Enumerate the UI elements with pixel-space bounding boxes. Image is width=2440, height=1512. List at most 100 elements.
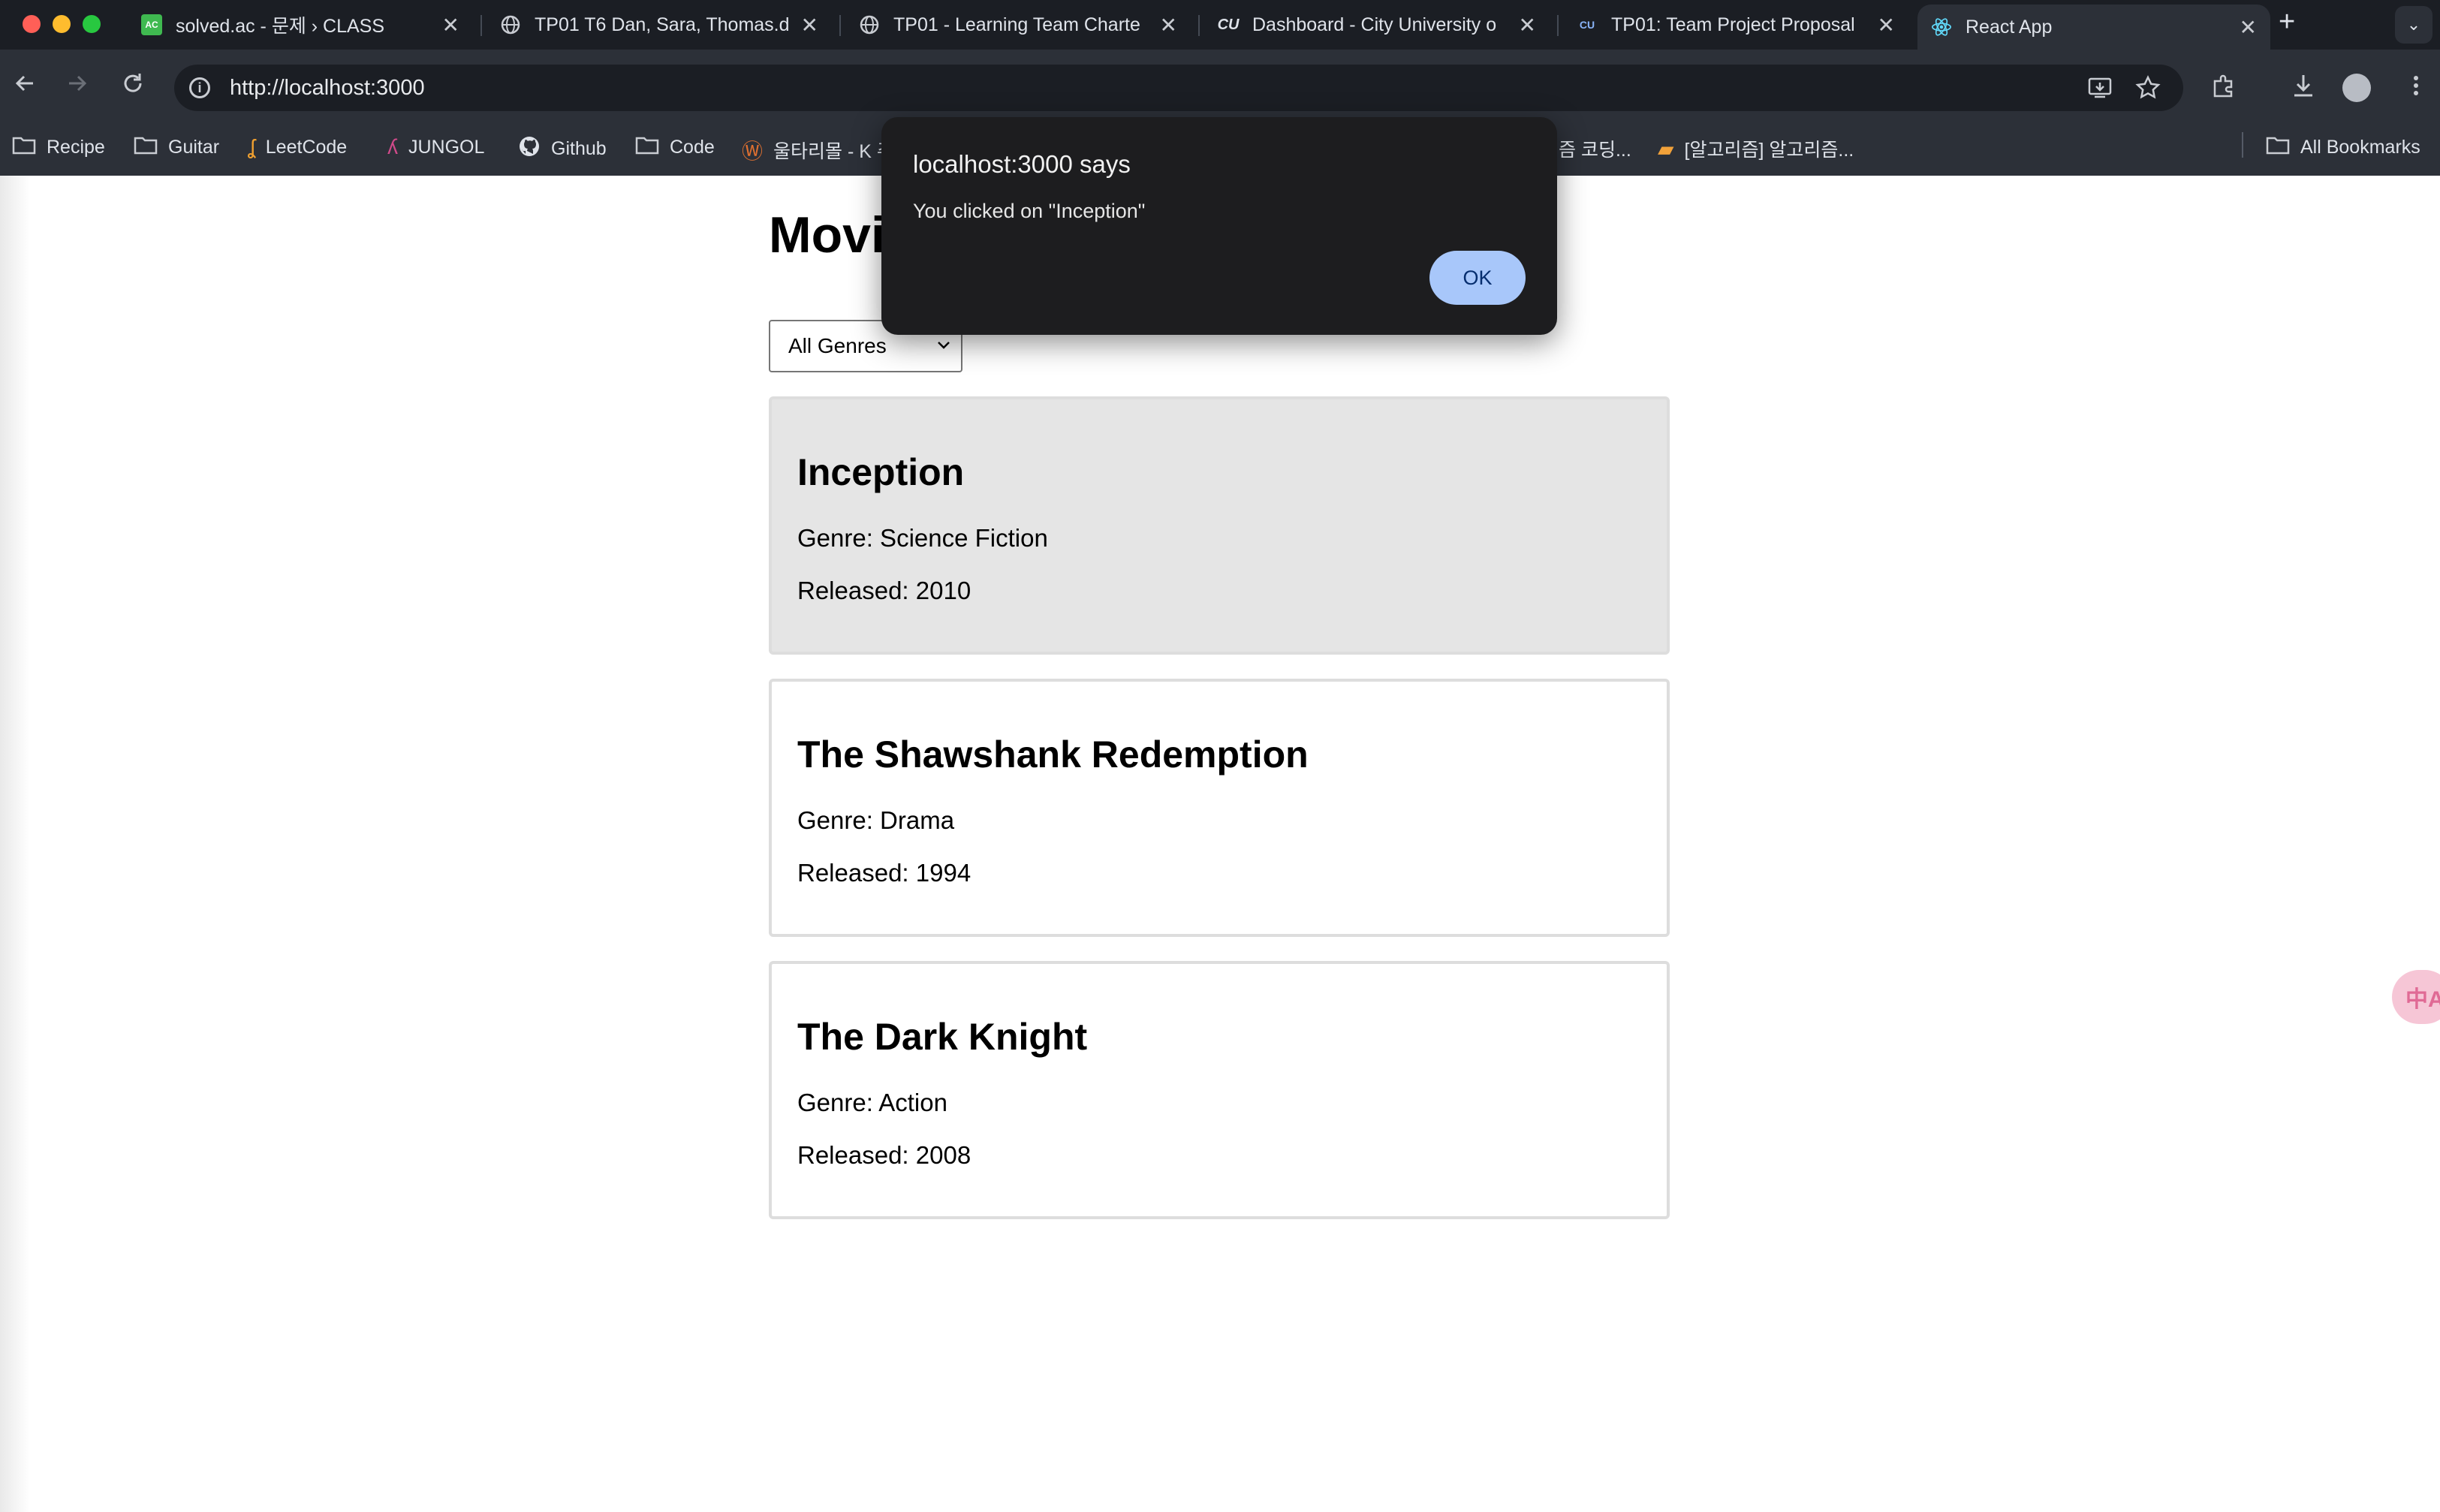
cu-icon: CU xyxy=(1579,19,1595,31)
github-icon xyxy=(518,135,541,163)
bookmark-coding[interactable]: 즘 코딩... xyxy=(1559,135,1631,162)
bookmark-algorithm[interactable]: ▰ [알고리즘] 알고리즘... xyxy=(1658,135,1854,162)
bookmark-label: LeetCode xyxy=(265,136,348,158)
movie-released: Released: 2008 xyxy=(797,1141,971,1169)
w-icon: Ⓦ xyxy=(742,140,764,163)
page-title: Movi xyxy=(769,206,885,264)
site-info-icon[interactable]: i xyxy=(189,77,210,98)
bookmark-star-icon[interactable] xyxy=(2135,75,2161,107)
leetcode-icon: ʆ xyxy=(248,135,255,158)
close-icon[interactable]: ✕ xyxy=(2240,15,2257,40)
tab-learning-team-charter[interactable]: TP01 - Learning Team Charte ✕ xyxy=(845,6,1191,44)
movie-genre: Genre: Science Fiction xyxy=(797,524,1048,552)
movie-card-shawshank[interactable]: The Shawshank Redemption Genre: Drama Re… xyxy=(769,679,1670,937)
tab-title: Dashboard - City University o xyxy=(1252,14,1497,35)
bookmark-jungol[interactable]: ʎ JUNGOL xyxy=(387,135,484,159)
translate-extension-button[interactable]: 中A xyxy=(2392,970,2440,1024)
dialog-title: localhost:3000 says xyxy=(913,150,1131,178)
react-icon xyxy=(1931,17,1952,38)
url-text[interactable]: http://localhost:3000 xyxy=(230,76,425,101)
close-window-button[interactable] xyxy=(23,15,41,33)
movie-released: Released: 2010 xyxy=(797,577,971,604)
jungol-icon: ʎ xyxy=(387,135,398,158)
tab-team-project-proposal[interactable]: CU TP01: Team Project Proposal ✕ xyxy=(1563,6,1908,44)
close-icon[interactable]: ✕ xyxy=(1519,13,1536,38)
tab-solved-ac[interactable]: AC solved.ac - 문제 › CLASS ✕ xyxy=(128,6,473,44)
bookmark-label: 즘 코딩... xyxy=(1559,140,1631,161)
bookmark-label: Recipe xyxy=(47,137,105,158)
translate-icon: 中A xyxy=(2405,987,2440,1012)
tab-tp01-t6[interactable]: TP01 T6 Dan, Sara, Thomas.d ✕ xyxy=(486,6,832,44)
ok-button[interactable]: OK xyxy=(1429,251,1526,305)
solved-ac-icon: AC xyxy=(141,14,162,35)
toolbar: i http://localhost:3000 xyxy=(0,50,2440,125)
globe-icon xyxy=(500,14,521,35)
bookmarks-separator xyxy=(2242,132,2243,158)
bookmark-label: Guitar xyxy=(168,137,220,158)
bookmark-leetcode[interactable]: ʆ LeetCode xyxy=(248,135,347,159)
bookmark-label: Code xyxy=(670,137,715,158)
extensions-icon[interactable] xyxy=(2210,72,2237,106)
tab-title: TP01 - Learning Team Charte xyxy=(893,14,1140,35)
bookmark-wooltari[interactable]: Ⓦ 울타리몰 - K 주 xyxy=(742,135,894,165)
genre-filter-value: All Genres xyxy=(788,334,887,357)
tab-react-app[interactable]: React App ✕ xyxy=(1917,5,2270,50)
tab-separator xyxy=(1557,15,1559,36)
bookmark-label: 울타리몰 - K 주 xyxy=(773,141,894,162)
close-icon[interactable]: ✕ xyxy=(442,13,459,38)
address-bar[interactable]: i http://localhost:3000 xyxy=(174,65,2183,111)
downloads-icon[interactable] xyxy=(2290,72,2317,106)
bookmark-favicon-icon: ▰ xyxy=(1658,137,1674,161)
minimize-window-button[interactable] xyxy=(53,15,71,33)
movie-released: Released: 1994 xyxy=(797,859,971,887)
more-menu-icon[interactable] xyxy=(2402,72,2429,106)
bookmark-label: JUNGOL xyxy=(408,136,485,158)
close-icon[interactable]: ✕ xyxy=(1878,13,1895,38)
bookmark-recipe[interactable]: Recipe xyxy=(12,135,105,160)
close-icon[interactable]: ✕ xyxy=(1160,13,1177,38)
tab-title: React App xyxy=(1966,16,2053,38)
tab-title: TP01 T6 Dan, Sara, Thomas.d xyxy=(535,14,790,35)
tab-separator xyxy=(1198,15,1200,36)
movie-genre: Genre: Action xyxy=(797,1089,947,1116)
chevron-down-icon xyxy=(937,335,950,354)
bookmark-guitar[interactable]: Guitar xyxy=(134,135,219,160)
all-bookmarks[interactable]: All Bookmarks xyxy=(2266,135,2420,160)
folder-icon xyxy=(134,135,158,160)
bookmark-code[interactable]: Code xyxy=(635,135,715,160)
bookmark-github[interactable]: Github xyxy=(518,135,607,163)
bookmark-label: Github xyxy=(551,138,607,159)
globe-icon xyxy=(859,14,880,35)
page-content: Movi All Genres Inception Genre: Science… xyxy=(0,176,2440,1512)
maximize-window-button[interactable] xyxy=(83,15,101,33)
movie-card-dark-knight[interactable]: The Dark Knight Genre: Action Released: … xyxy=(769,961,1670,1219)
profile-avatar[interactable] xyxy=(2342,74,2371,102)
tab-strip: AC solved.ac - 문제 › CLASS ✕ TP01 T6 Dan,… xyxy=(0,0,2440,50)
back-icon[interactable] xyxy=(12,71,38,103)
movie-title: The Shawshank Redemption xyxy=(797,733,1309,776)
folder-icon xyxy=(12,135,36,160)
folder-icon xyxy=(2266,135,2290,160)
page-left-shadow xyxy=(0,176,30,1512)
all-bookmarks-label: All Bookmarks xyxy=(2300,137,2420,158)
tab-title: TP01: Team Project Proposal xyxy=(1611,14,1855,35)
alert-dialog: localhost:3000 says You clicked on "Ince… xyxy=(881,117,1557,335)
folder-icon xyxy=(635,135,659,160)
dialog-message: You clicked on "Inception" xyxy=(913,200,1146,222)
new-tab-button[interactable]: + xyxy=(2279,6,2295,38)
tab-title: solved.ac - 문제 › CLASS xyxy=(176,16,385,37)
reload-icon[interactable] xyxy=(120,71,146,103)
movie-card-inception[interactable]: Inception Genre: Science Fiction Release… xyxy=(769,396,1670,655)
tab-separator xyxy=(480,15,482,36)
forward-icon[interactable] xyxy=(65,71,90,103)
close-icon[interactable]: ✕ xyxy=(801,13,818,38)
install-app-icon[interactable] xyxy=(2087,75,2113,107)
cu-icon: CU xyxy=(1217,16,1240,33)
movie-title: The Dark Knight xyxy=(797,1016,1088,1058)
bookmark-label: [알고리즘] 알고리즘... xyxy=(1684,140,1854,161)
movie-title: Inception xyxy=(797,451,965,493)
tab-dashboard-city-university[interactable]: CU Dashboard - City University o ✕ xyxy=(1204,6,1550,44)
tab-separator xyxy=(839,15,841,36)
movie-genre: Genre: Drama xyxy=(797,806,955,834)
tab-search-button[interactable]: ⌄ xyxy=(2395,6,2432,44)
